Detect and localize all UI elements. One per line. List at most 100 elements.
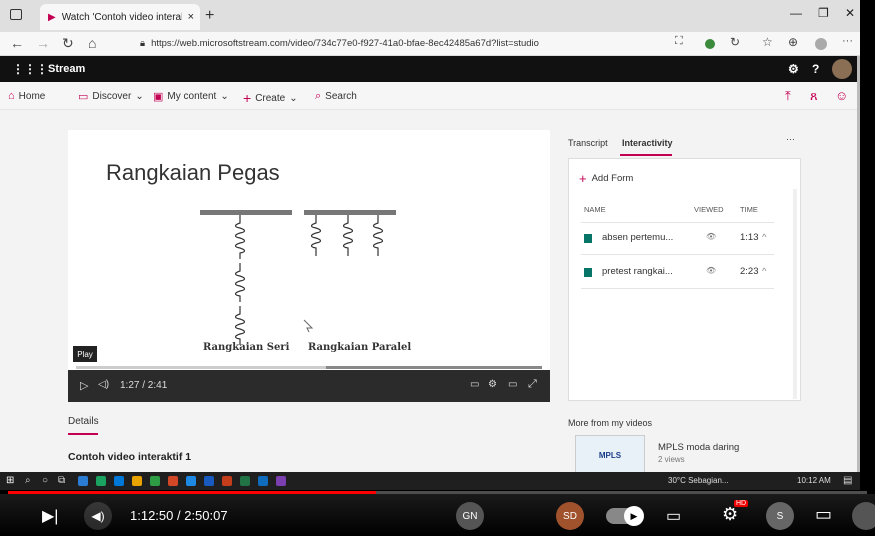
taskbar-app-icon[interactable]	[150, 476, 160, 486]
taskbar-app-icon[interactable]	[96, 476, 106, 486]
plus-icon: +	[579, 171, 587, 186]
nav-home[interactable]: ⌂ Home	[8, 90, 45, 102]
taskbar-app-icon[interactable]	[168, 476, 178, 486]
taskbar-app-icon[interactable]	[222, 476, 232, 486]
active-tab-indicator	[620, 154, 672, 156]
autoplay-play-icon: ▶	[624, 506, 644, 526]
help-icon[interactable]: ?	[812, 62, 819, 76]
taskbar-app-icon[interactable]	[78, 476, 88, 486]
form-row[interactable]: absen pertemu... 👁︎ 1:13 ^	[584, 232, 779, 252]
chevron-up-icon[interactable]: ^	[762, 266, 766, 277]
form-row[interactable]: pretest rangkai... 👁︎ 2:23 ^	[584, 266, 779, 286]
panel-more-icon[interactable]: ···	[786, 134, 795, 144]
app-launcher-icon[interactable]: ⋮⋮⋮	[12, 62, 48, 76]
col-viewed: VIEWED	[694, 205, 724, 214]
search-box[interactable]: ⌕ Search	[315, 90, 357, 103]
extension-icon[interactable]	[705, 39, 715, 49]
tab-interactivity[interactable]: Interactivity	[622, 138, 673, 148]
autoplay-toggle[interactable]: ▶	[606, 506, 644, 526]
maximize-icon[interactable]: ❐	[818, 6, 829, 20]
nav-create[interactable]: + Create ⌄	[243, 90, 298, 106]
video-progress[interactable]	[76, 366, 542, 369]
taskbar-app-icon[interactable]	[132, 476, 142, 486]
extension2-icon[interactable]: ↻	[730, 35, 740, 49]
participant-avatar	[852, 502, 875, 530]
theater-icon[interactable]: ▭	[508, 379, 517, 390]
chevron-up-icon[interactable]: ^	[762, 232, 766, 243]
refresh-icon[interactable]: ↻	[62, 35, 74, 52]
browser-tab[interactable]: ▶ Watch 'Contoh video interaktif 1 ×	[40, 4, 200, 30]
details-label[interactable]: Details	[68, 416, 99, 427]
yt-controls: ▶| ◀) 1:12:50 / 2:50:07 GN SD ▶ ▭ ⚙ HD S…	[0, 494, 875, 536]
tab-actions-icon[interactable]	[10, 9, 22, 20]
tab-close-button[interactable]: ×	[188, 11, 194, 23]
clock-text[interactable]: 10:12 AM	[797, 476, 831, 485]
minimize-icon[interactable]: —	[790, 6, 802, 20]
taskbar-app-icon[interactable]	[186, 476, 196, 486]
play-tooltip: Play	[73, 346, 97, 362]
user-avatar[interactable]	[832, 59, 852, 79]
new-tab-button[interactable]: +	[205, 7, 214, 25]
volume-icon[interactable]: ◀)	[84, 502, 112, 530]
home-browser-icon[interactable]: ⌂	[88, 35, 96, 51]
captions-icon[interactable]: ▭	[470, 379, 479, 390]
upload-icon[interactable]: ⤒	[785, 88, 791, 104]
springs-diagram	[200, 210, 396, 345]
stream-header: ⋮⋮⋮ Stream ⚙ ?	[0, 56, 860, 82]
collections-icon[interactable]: ⊕	[788, 35, 798, 49]
yt-settings-icon[interactable]: ⚙	[722, 504, 738, 525]
weather-text[interactable]: 30°C Sebagian...	[668, 476, 729, 485]
close-window-icon[interactable]: ✕	[845, 6, 855, 20]
taskbar-app-icon[interactable]	[240, 476, 250, 486]
stream-nav: ⌂ Home ▭ Discover ⌄ ▣ My content ⌄ + Cre…	[0, 82, 860, 110]
plus-icon: +	[243, 90, 252, 106]
thumbnail-text: MPLS	[598, 450, 622, 460]
interactivity-panel: Transcript Interactivity ··· + Add Form …	[568, 130, 801, 402]
more-from-label: More from my videos	[568, 418, 653, 428]
related-video-views: 2 views	[658, 455, 685, 464]
settings-icon[interactable]: ⚙	[788, 62, 799, 76]
subtitles-icon[interactable]: ▭	[666, 506, 681, 526]
tab-transcript[interactable]: Transcript	[568, 138, 608, 148]
reading-view-icon[interactable]: ⛶	[675, 35, 683, 48]
taskbar-app-icon[interactable]	[258, 476, 268, 486]
nav-my-content[interactable]: ▣ My content ⌄	[153, 90, 229, 103]
theater-mode-icon[interactable]: ▭	[815, 504, 832, 525]
lock-icon: 🔒︎	[140, 38, 146, 49]
forward-icon[interactable]: →	[36, 35, 50, 51]
panel-scrollbar[interactable]	[793, 189, 797, 399]
cortana-icon[interactable]: ○	[42, 475, 48, 486]
taskbar-search-icon[interactable]: ⌕	[25, 475, 31, 486]
video-thumbnail[interactable]: MPLS	[575, 435, 645, 475]
participant-avatar: S	[766, 502, 794, 530]
app-name[interactable]: Stream	[48, 63, 85, 75]
favorites-icon[interactable]: ☆	[762, 35, 773, 49]
chevron-down-icon: ⌄	[220, 91, 229, 102]
col-name: NAME	[584, 205, 606, 214]
back-icon[interactable]: ←	[10, 35, 24, 51]
people-icon[interactable]: ጸ	[810, 88, 818, 104]
taskbar-app-icon[interactable]	[114, 476, 124, 486]
volume-icon[interactable]: ◁)	[98, 379, 109, 390]
address-bar[interactable]: 🔒︎ https://web.microsoftstream.com/video…	[140, 34, 680, 53]
nav-discover[interactable]: ▭ Discover ⌄	[78, 90, 144, 103]
more-menu-icon[interactable]: ···	[842, 35, 853, 47]
profile-avatar[interactable]	[815, 38, 827, 50]
search-icon: ⌕	[315, 90, 322, 102]
notification-icon[interactable]: ▤	[843, 475, 852, 486]
play-icon[interactable]: ▷	[80, 379, 88, 392]
taskbar-app-icon[interactable]	[276, 476, 286, 486]
windows-start-icon[interactable]: ⊞	[6, 475, 14, 486]
add-form-button[interactable]: + Add Form	[579, 171, 633, 186]
fullscreen-icon[interactable]: ⤢	[528, 378, 537, 391]
feedback-icon[interactable]: ☺	[835, 88, 848, 103]
video-player[interactable]: Rangkaian Pegas Rangkaian Seri Rangkaian…	[68, 130, 550, 402]
related-video-title[interactable]: MPLS moda daring	[658, 442, 739, 453]
hd-badge: HD	[734, 500, 749, 507]
next-icon[interactable]: ▶|	[42, 506, 58, 526]
video-settings-icon[interactable]: ⚙	[488, 379, 497, 390]
task-view-icon[interactable]: ⧉	[58, 475, 65, 486]
page-scrollbar[interactable]	[857, 56, 860, 474]
taskbar-app-icon[interactable]	[204, 476, 214, 486]
chevron-down-icon: ⌄	[135, 91, 144, 102]
